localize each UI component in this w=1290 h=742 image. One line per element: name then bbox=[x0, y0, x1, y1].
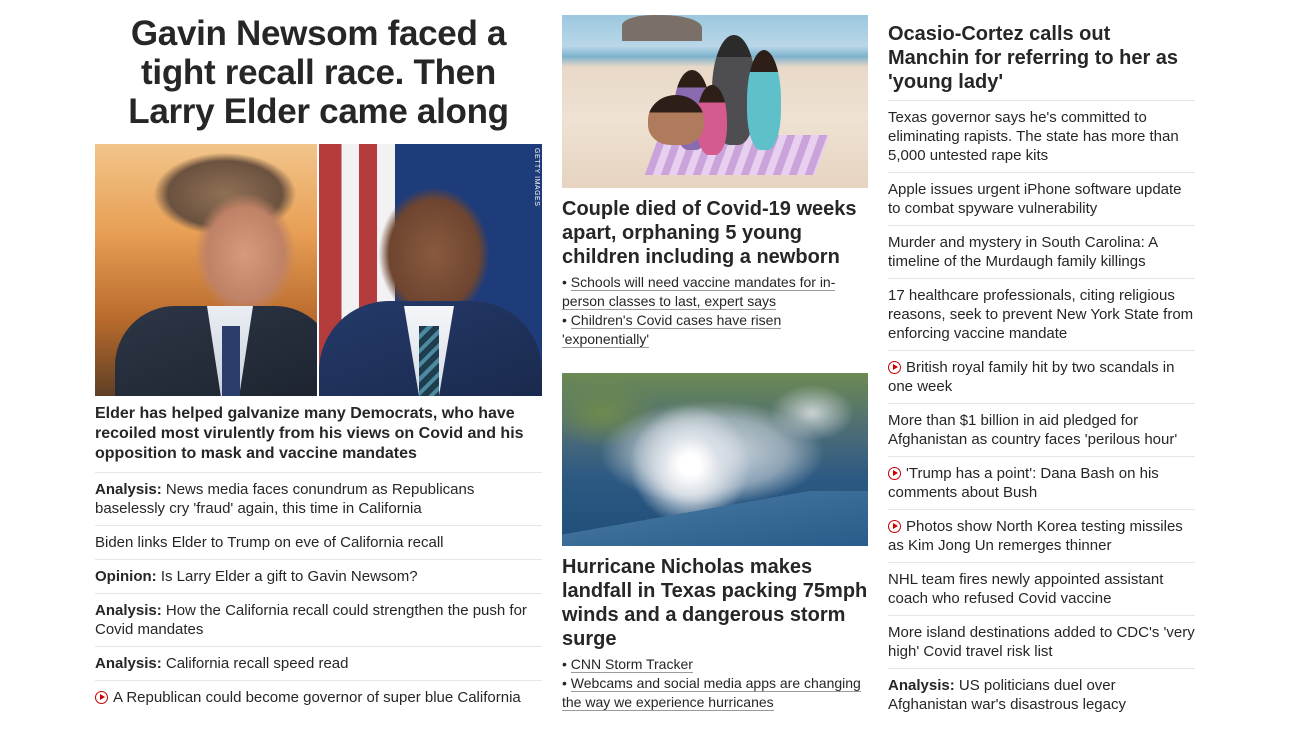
list-item[interactable]: A Republican could become governor of su… bbox=[95, 680, 542, 714]
play-video-icon bbox=[888, 467, 901, 480]
list-item[interactable]: Photos show North Korea testing missiles… bbox=[888, 509, 1195, 562]
list-item[interactable]: 17 healthcare professionals, citing reli… bbox=[888, 278, 1195, 350]
newsom-photo bbox=[95, 144, 335, 396]
list-item[interactable]: Texas governor says he's committed to el… bbox=[888, 100, 1195, 172]
list-item[interactable]: Murder and mystery in South Carolina: A … bbox=[888, 225, 1195, 278]
covid-couple-headline-link[interactable]: Couple died of Covid-19 weeks apart, orp… bbox=[562, 197, 868, 269]
headline-text: A Republican could become governor of su… bbox=[113, 689, 521, 706]
list-item[interactable]: Analysis: How the California recall coul… bbox=[95, 593, 542, 646]
hurricane-headline-link[interactable]: Hurricane Nicholas makes landfall in Tex… bbox=[562, 555, 868, 651]
list-item[interactable]: More than $1 billion in aid pledged for … bbox=[888, 403, 1195, 456]
list-item[interactable]: Biden links Elder to Trump on eve of Cal… bbox=[95, 525, 542, 559]
headline-text: 'Trump has a point': Dana Bash on his co… bbox=[888, 465, 1159, 501]
kicker-label: Analysis: bbox=[888, 677, 955, 694]
list-item[interactable]: Apple issues urgent iPhone software upda… bbox=[888, 172, 1195, 225]
lead-subheadline-link[interactable]: Elder has helped galvanize many Democrat… bbox=[95, 404, 542, 464]
kicker-label: Analysis: bbox=[95, 655, 162, 672]
right-column: Ocasio-Cortez calls out Manchin for refe… bbox=[888, 0, 1195, 721]
middle-column: Couple died of Covid-19 weeks apart, orp… bbox=[562, 0, 868, 712]
headline-text: Murder and mystery in South Carolina: A … bbox=[888, 234, 1158, 270]
headline-text: Is Larry Elder a gift to Gavin Newsom? bbox=[160, 568, 418, 585]
list-item[interactable]: • Schools will need vaccine mandates for… bbox=[562, 273, 868, 311]
list-item[interactable]: Analysis: California recall speed read bbox=[95, 646, 542, 680]
covid-couple-bullets: • Schools will need vaccine mandates for… bbox=[562, 273, 868, 349]
list-item[interactable]: 'Trump has a point': Dana Bash on his co… bbox=[888, 456, 1195, 509]
play-video-icon bbox=[888, 361, 901, 374]
lead-story-column: Gavin Newsom faced a tight recall race. … bbox=[95, 0, 542, 714]
list-item[interactable]: More island destinations added to CDC's … bbox=[888, 615, 1195, 668]
kicker-label: Analysis: bbox=[95, 602, 162, 619]
list-item[interactable]: • CNN Storm Tracker bbox=[562, 655, 868, 674]
kicker-label: Analysis: bbox=[95, 481, 162, 498]
hurricane-satellite-image[interactable] bbox=[562, 373, 868, 546]
headline-text: Apple issues urgent iPhone software upda… bbox=[888, 181, 1182, 217]
list-item[interactable]: British royal family hit by two scandals… bbox=[888, 350, 1195, 403]
related-stories-list: Analysis: News media faces conundrum as … bbox=[95, 472, 542, 714]
hurricane-bullets: • CNN Storm Tracker • Webcams and social… bbox=[562, 655, 868, 712]
list-item[interactable]: • Children's Covid cases have risen 'exp… bbox=[562, 311, 868, 349]
headline-text: 17 healthcare professionals, citing reli… bbox=[888, 287, 1194, 342]
lead-story-image[interactable]: GETTY IMAGES bbox=[95, 144, 542, 396]
list-item[interactable]: • Webcams and social media apps are chan… bbox=[562, 674, 868, 712]
image-credit: GETTY IMAGES bbox=[533, 148, 540, 207]
ocasio-cortez-headline-link[interactable]: Ocasio-Cortez calls out Manchin for refe… bbox=[888, 22, 1195, 94]
list-item[interactable]: Analysis: US politicians duel over Afgha… bbox=[888, 668, 1195, 721]
headline-text: Texas governor says he's committed to el… bbox=[888, 109, 1179, 164]
headlines-list: Texas governor says he's committed to el… bbox=[888, 100, 1195, 721]
list-item[interactable]: Opinion: Is Larry Elder a gift to Gavin … bbox=[95, 559, 542, 593]
kicker-label: Opinion: bbox=[95, 568, 157, 585]
headline-text: Photos show North Korea testing missiles… bbox=[888, 518, 1183, 554]
play-video-icon bbox=[95, 691, 108, 704]
headline-text: California recall speed read bbox=[165, 655, 349, 672]
list-item[interactable]: Analysis: News media faces conundrum as … bbox=[95, 472, 542, 525]
headline-text: More island destinations added to CDC's … bbox=[888, 624, 1195, 660]
headline-text: More than $1 billion in aid pledged for … bbox=[888, 412, 1178, 448]
headline-text: NHL team fires newly appointed assistant… bbox=[888, 571, 1164, 607]
family-beach-photo[interactable] bbox=[562, 15, 868, 188]
lead-headline-link[interactable]: Gavin Newsom faced a tight recall race. … bbox=[95, 14, 542, 131]
list-item[interactable]: NHL team fires newly appointed assistant… bbox=[888, 562, 1195, 615]
elder-photo bbox=[319, 144, 542, 396]
headline-text: British royal family hit by two scandals… bbox=[888, 359, 1175, 395]
play-video-icon bbox=[888, 520, 901, 533]
headline-text: Biden links Elder to Trump on eve of Cal… bbox=[95, 534, 444, 551]
